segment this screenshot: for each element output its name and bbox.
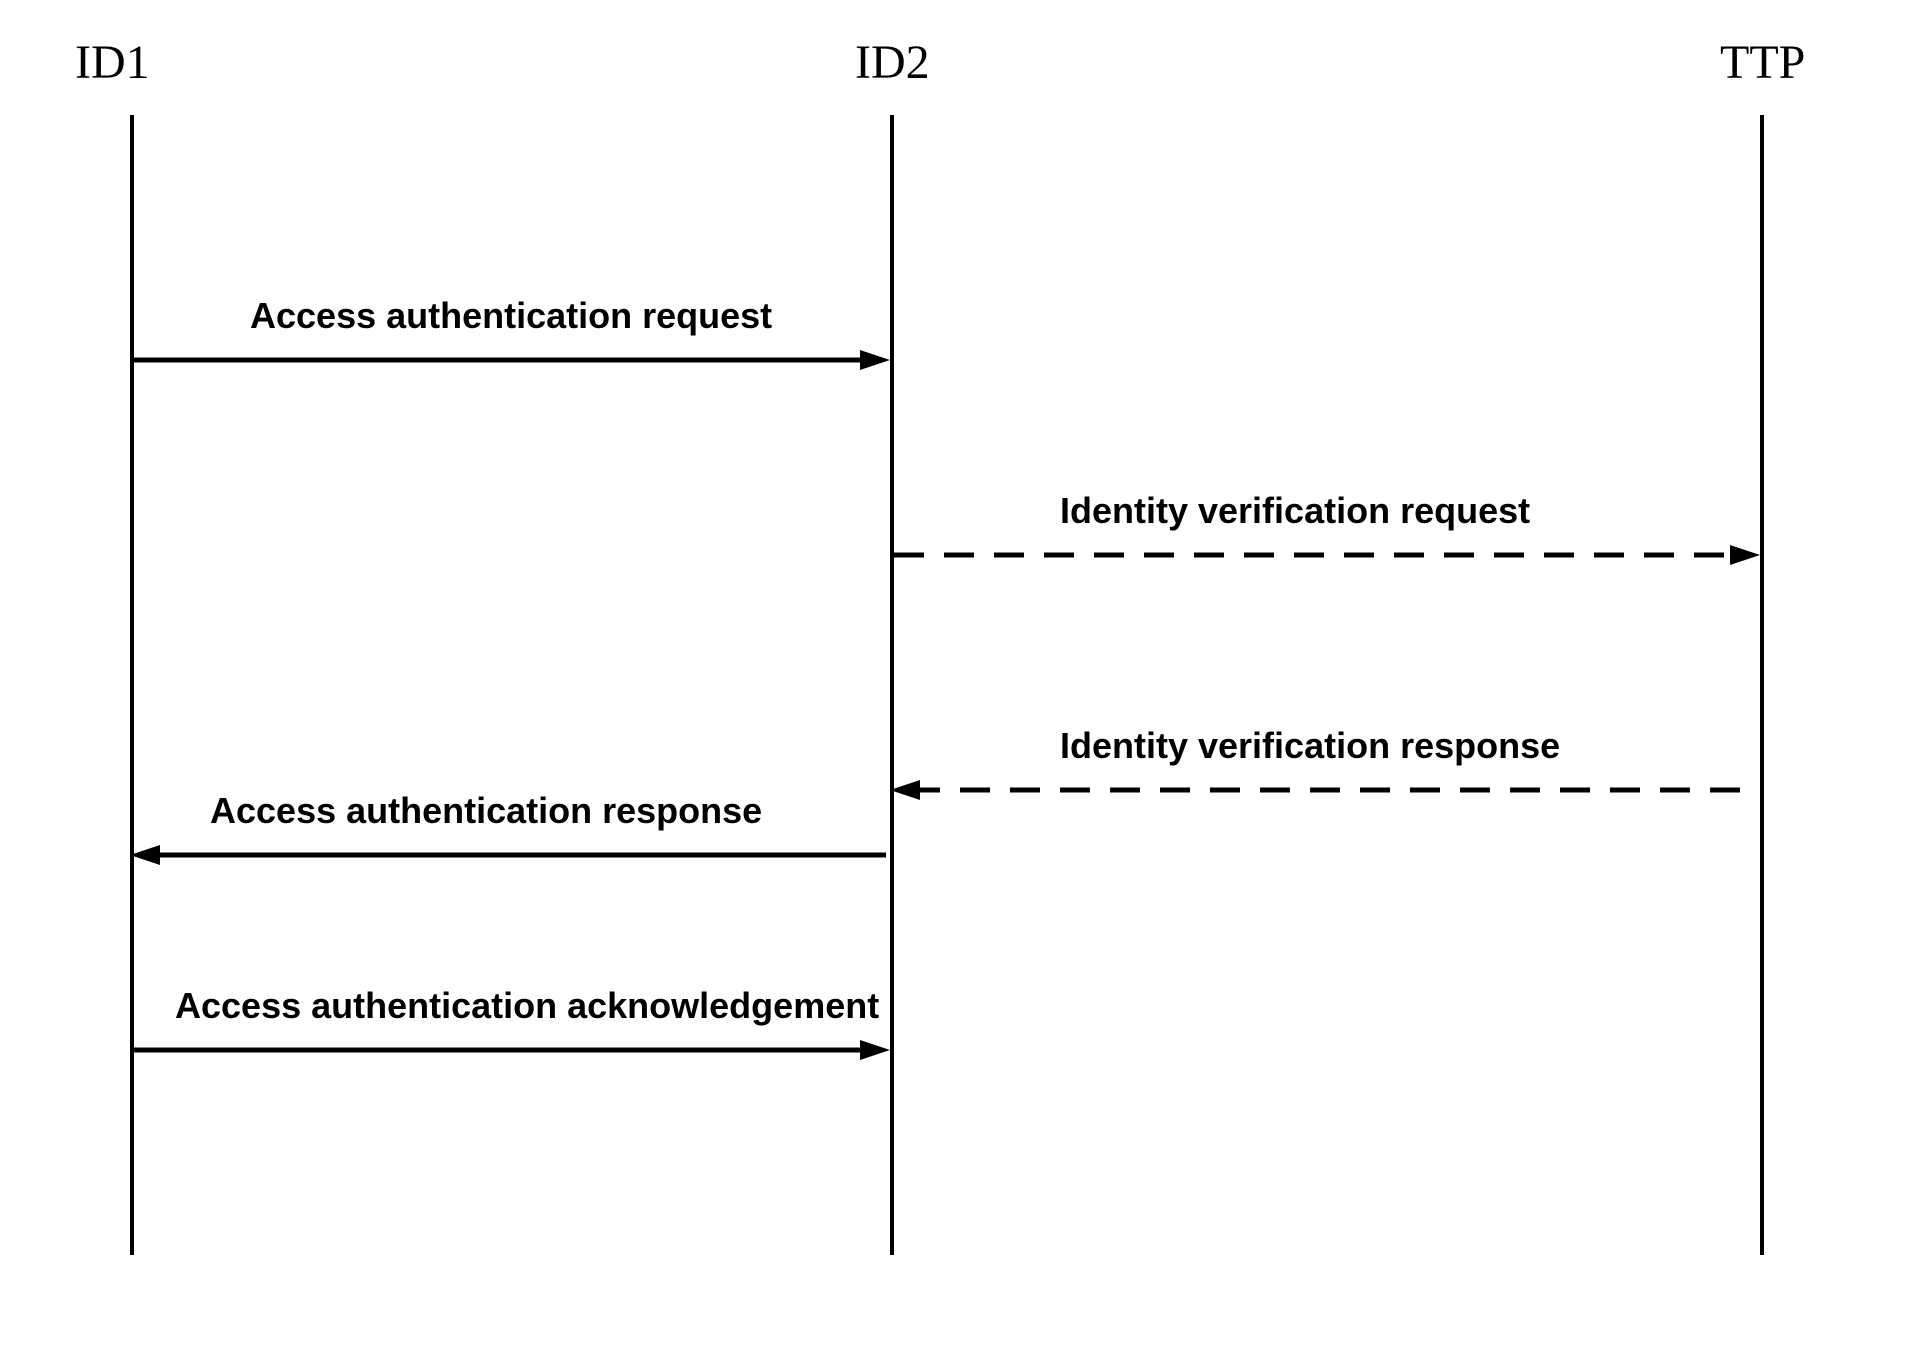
participant-ttp-label: TTP — [1720, 35, 1805, 90]
message-3-arrow — [890, 780, 1760, 800]
message-1-arrow — [130, 350, 890, 370]
message-3-label: Identity verification response — [1060, 725, 1560, 767]
message-5-arrow — [130, 1040, 890, 1060]
lifeline-ttp — [1760, 115, 1764, 1255]
participant-id1-label: ID1 — [75, 35, 150, 90]
sequence-diagram: ID1 ID2 TTP Access authentication reques… — [0, 0, 1911, 1354]
message-4-label: Access authentication response — [210, 790, 762, 832]
lifeline-id1 — [130, 115, 134, 1255]
message-1-label: Access authentication request — [250, 295, 772, 337]
participant-id2-label: ID2 — [855, 35, 930, 90]
message-4-arrow — [130, 845, 890, 865]
lifeline-id2 — [890, 115, 894, 1255]
message-5-label: Access authentication acknowledgement — [175, 985, 879, 1027]
message-2-label: Identity verification request — [1060, 490, 1530, 532]
message-2-arrow — [890, 545, 1760, 565]
